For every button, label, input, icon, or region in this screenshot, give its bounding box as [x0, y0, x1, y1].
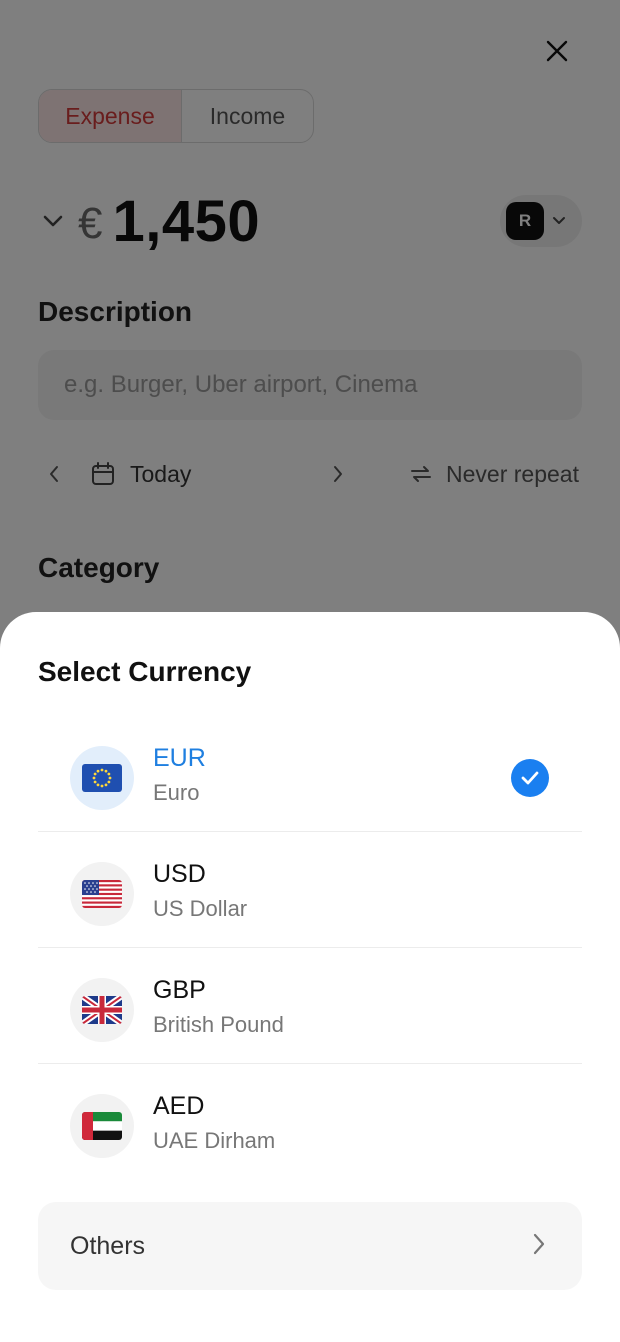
- currency-code: AED: [153, 1092, 205, 1120]
- currency-code: EUR: [153, 744, 206, 772]
- uae-flag-icon: [82, 1112, 122, 1140]
- flag-circle: [70, 1094, 134, 1158]
- others-label: Others: [70, 1231, 146, 1260]
- chevron-right-icon: [533, 1233, 545, 1255]
- selected-check: [511, 759, 549, 797]
- flag-circle: [70, 862, 134, 926]
- flag-circle: [70, 746, 134, 810]
- us-flag-icon: [82, 880, 122, 908]
- uk-flag-icon: [82, 996, 122, 1024]
- currency-code: USD: [153, 860, 206, 888]
- currency-item-aed[interactable]: AED UAE Dirham: [38, 1064, 582, 1180]
- currency-item-eur[interactable]: EUR Euro: [38, 716, 582, 832]
- currency-sheet: Select Currency EUR Euro USD US Dollar G…: [0, 612, 620, 1342]
- currency-item-usd[interactable]: USD US Dollar: [38, 832, 582, 948]
- currency-name: Euro: [153, 780, 200, 805]
- currency-list: EUR Euro USD US Dollar GBP British Pound…: [38, 716, 582, 1180]
- check-icon: [521, 771, 539, 785]
- currency-name: British Pound: [153, 1012, 284, 1037]
- sheet-title: Select Currency: [38, 656, 252, 687]
- currency-code: GBP: [153, 976, 206, 1004]
- currency-name: UAE Dirham: [153, 1128, 276, 1153]
- eu-flag-icon: [82, 764, 122, 792]
- others-button[interactable]: Others: [38, 1202, 582, 1290]
- flag-circle: [70, 978, 134, 1042]
- currency-item-gbp[interactable]: GBP British Pound: [38, 948, 582, 1064]
- currency-name: US Dollar: [153, 896, 248, 921]
